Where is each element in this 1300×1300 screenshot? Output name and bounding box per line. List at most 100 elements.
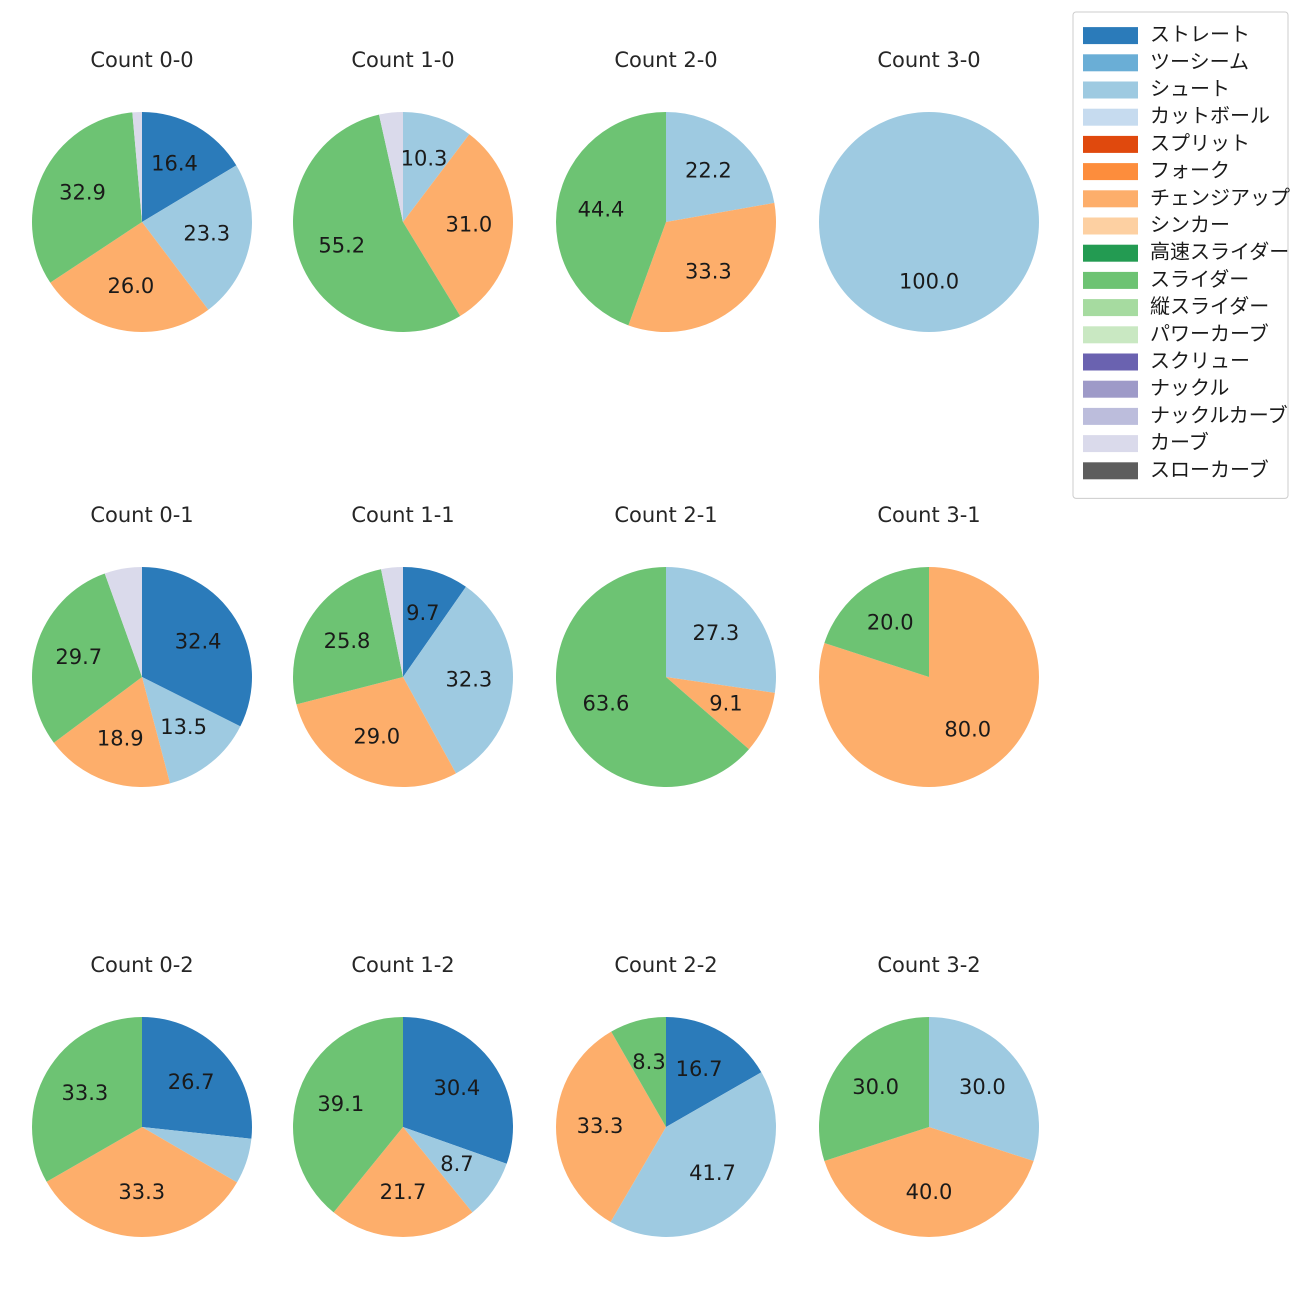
pie-slice-label: 26.0 [107,274,154,298]
pie-charts-layer: Count 0-0 16.4 23.3 26.0 32.9 Count 1-0 10.3 31… [31,48,1039,1238]
pie-chart: Count 2-1 27.3 9.1 63.6 [555,503,776,787]
pie-slice-label: 31.0 [446,212,493,236]
pie-slice-label: 16.4 [151,152,198,176]
pie-chart-title: Count 2-2 [614,953,717,977]
pie-slice-label: 32.9 [59,180,106,204]
pie-chart: Count 1-2 30.4 8.7 21.7 39.1 [292,953,513,1237]
pie-chart: Count 1-1 9.7 32.3 29.0 25.8 [292,503,513,787]
pie-chart-title: Count 0-2 [90,953,193,977]
legend-item-label: パワーカーブ [1150,321,1269,345]
pie-slice-label: 30.4 [434,1076,481,1100]
pie-slice-label: 26.7 [168,1070,215,1094]
legend-item-label: スクリュー [1150,349,1250,373]
legend-item-label: ナックルカーブ [1150,403,1288,427]
legend-swatch [1083,271,1138,289]
pie-chart-title: Count 3-0 [877,48,980,72]
legend-item-label: チェンジアップ [1150,185,1290,209]
legend-item-label: 縦スライダー [1150,294,1269,318]
pie-slice-label: 27.3 [693,621,740,645]
legend-item-label: ツーシーム [1150,49,1249,73]
pie-chart-title: Count 1-0 [351,48,454,72]
pie-slice-label: 8.3 [632,1050,665,1074]
pie-slice-label: 44.4 [578,198,625,222]
pie-slice-label: 32.4 [175,629,222,653]
pie-slice-label: 41.7 [689,1161,736,1185]
pie-slice-label: 63.6 [583,691,630,715]
legend-swatch [1083,54,1138,72]
pie-slice-label: 21.7 [380,1180,427,1204]
legend-item-label: スライダー [1150,267,1249,291]
legend-item-label: ナックル [1150,376,1229,400]
legend-swatch [1083,190,1138,208]
pie-slice-label: 33.3 [577,1114,624,1138]
pie-chart: Count 3-0 100.0 [819,48,1039,332]
pie-slice-label: 100.0 [899,270,959,294]
pie-chart-title: Count 0-0 [90,48,193,72]
pie-slice-label: 33.3 [61,1081,108,1105]
pie-chart: Count 2-2 16.7 41.7 33.3 8.3 [556,953,777,1238]
legend-item-label: シンカー [1150,213,1230,237]
pie-chart: Count 1-0 10.3 31.0 55.2 [292,48,513,333]
pie-slice-label: 18.9 [97,726,144,750]
pie-slice-label: 39.1 [317,1092,364,1116]
pie-slice-label: 33.3 [118,1180,165,1204]
pie-slice-label: 23.3 [183,222,230,246]
pie-slice-label: 10.3 [401,146,448,170]
pie-slice-label: 16.7 [676,1057,723,1081]
legend-item-label: 高速スライダー [1150,240,1289,264]
pie-slice-label: 8.7 [440,1152,473,1176]
pie-chart-title: Count 1-1 [351,503,454,527]
legend-swatch [1083,299,1138,317]
legend-swatch [1083,163,1138,181]
legend-swatch [1083,108,1138,126]
pie-slice-label: 9.1 [709,692,742,716]
pie-slice-label: 30.0 [959,1075,1006,1099]
pie-slice-label: 30.0 [852,1075,899,1099]
legend-swatch [1083,27,1138,45]
legend-swatch [1083,217,1138,235]
pie-chart: Count 3-2 30.0 40.0 30.0 [818,953,1039,1237]
legend-swatch [1083,244,1138,262]
legend-swatch [1083,462,1138,480]
pie-slice-label: 20.0 [867,611,914,635]
pie-slice-label: 40.0 [906,1180,953,1204]
pie-slice-label: 29.7 [55,645,102,669]
legend-item-label: スローカーブ [1150,457,1269,481]
pie-chart-title: Count 3-1 [877,503,980,527]
legend-item-label: フォーク [1150,158,1230,182]
pie-slice-label: 13.5 [160,715,207,739]
pie-chart-title: Count 0-1 [90,503,193,527]
pie-chart: Count 3-1 80.0 20.0 [818,503,1039,787]
legend-swatch [1083,380,1138,398]
pie-chart: Count 0-1 32.4 13.5 18.9 29.7 [32,503,252,787]
pie-chart: Count 2-0 22.2 33.3 44.4 [556,48,776,332]
pie-slice-label: 55.2 [318,234,365,258]
legend-item-label: スプリット [1150,131,1250,155]
legend-item-label: ストレート [1150,22,1250,46]
pie-slice-label: 80.0 [944,717,991,741]
pie-slice [819,112,1039,332]
pitch-type-pie-chart-grid: Count 0-0 16.4 23.3 26.0 32.9 Count 1-0 10.3 31… [31,11,1290,1238]
legend: ストレートツーシームシュートカットボールスプリットフォークチェンジアップシンカー… [1072,11,1290,499]
legend-swatch [1083,353,1138,371]
legend-swatch [1083,435,1138,453]
pie-chart-title: Count 3-2 [877,953,980,977]
pie-slice-label: 25.8 [324,629,371,653]
legend-swatch [1083,81,1138,99]
legend-swatch [1083,135,1138,153]
pie-chart: Count 0-2 26.7 33.3 33.3 [31,953,252,1237]
legend-item-label: カーブ [1150,430,1209,454]
pie-chart-title: Count 2-1 [614,503,717,527]
pie-chart: Count 0-0 16.4 23.3 26.0 32.9 [31,48,252,332]
pie-slice-label: 22.2 [685,158,732,182]
legend-item-label: カットボール [1150,104,1270,128]
legend-item-label: シュート [1150,77,1230,101]
pie-slice-label: 9.7 [406,601,439,625]
legend-swatch [1083,407,1138,425]
pie-chart-title: Count 1-2 [351,953,454,977]
pie-slice-label: 29.0 [353,725,400,749]
pie-slice-label: 33.3 [685,260,732,284]
pie-chart-title: Count 2-0 [614,48,717,72]
pie-slice-label: 32.3 [446,668,493,692]
legend-swatch [1083,326,1138,344]
